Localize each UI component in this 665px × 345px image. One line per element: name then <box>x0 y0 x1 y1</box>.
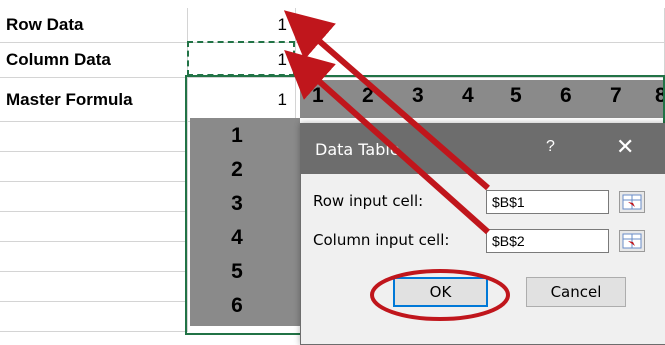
arrow-to-row-cell <box>283 10 490 191</box>
annotation-overlay <box>283 10 510 321</box>
arrow-to-column-cell <box>284 50 490 235</box>
ok-highlight-circle <box>370 269 510 321</box>
